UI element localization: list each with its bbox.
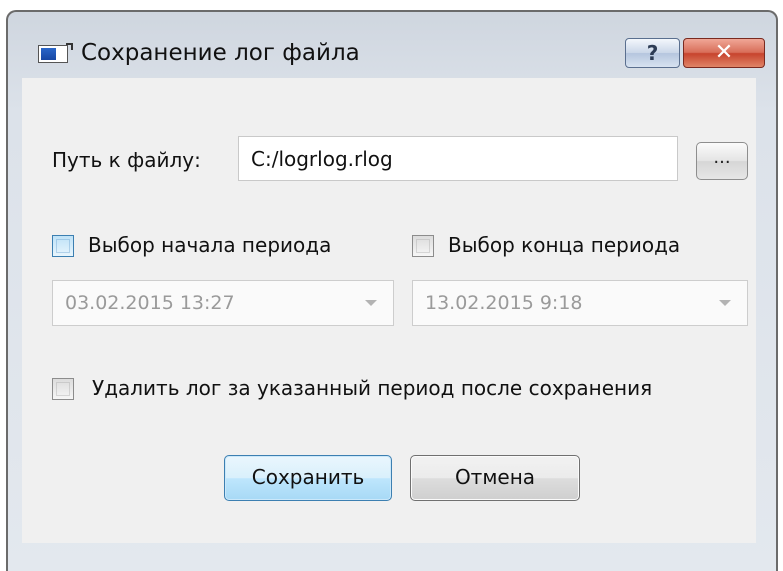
browse-button-label: ... [713,147,731,168]
browse-button[interactable]: ... [696,142,748,180]
chevron-down-icon[interactable] [353,281,393,325]
period-start-value: 03.02.2015 13:27 [65,292,235,314]
save-button[interactable]: Сохранить [224,455,392,501]
period-start-checkbox[interactable] [52,235,74,257]
period-start-datetime-select[interactable]: 03.02.2015 13:27 [52,280,394,326]
period-start-label[interactable]: Выбор начала периода [88,233,331,257]
path-label: Путь к файлу: [52,148,201,172]
period-end-datetime-select[interactable]: 13.02.2015 9:18 [412,280,748,326]
chevron-down-icon[interactable] [707,281,747,325]
window-title: Сохранение лог файла [81,40,360,66]
cancel-button[interactable]: Отмена [410,455,580,501]
period-end-value: 13.02.2015 9:18 [425,292,583,314]
delete-after-save-checkbox[interactable] [52,378,74,400]
help-icon: ? [646,41,659,65]
delete-after-save-label[interactable]: Удалить лог за указанный период после со… [92,376,652,400]
close-icon: ✕ [714,40,734,65]
app-window-icon [38,43,73,63]
period-end-checkbox[interactable] [412,235,434,257]
period-end-label[interactable]: Выбор конца периода [448,233,680,257]
close-button[interactable]: ✕ [683,38,765,68]
path-input[interactable] [238,136,678,181]
help-button[interactable]: ? [625,38,680,68]
